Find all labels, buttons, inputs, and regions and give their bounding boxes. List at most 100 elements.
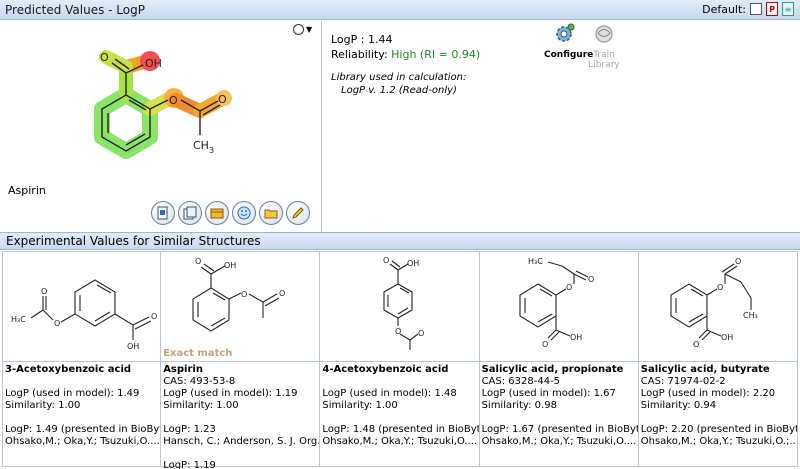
document-icon[interactable]: ≡: [782, 2, 794, 16]
compound-name: Salicylic acid, butyrate: [640, 364, 770, 375]
reference-authors: Ohsako,M.; Oka,Y.; Tsuzuki,O....: [5, 436, 160, 447]
reliability-label: Reliability:: [331, 48, 388, 61]
atom-label: O: [717, 283, 723, 292]
pencil-button[interactable]: [286, 201, 310, 225]
ring-db-3: [690, 288, 704, 297]
pdf-icon[interactable]: P: [766, 2, 778, 16]
train-library-button[interactable]: Train Library: [584, 23, 624, 70]
pencil-icon: [292, 207, 304, 219]
default-checkbox[interactable]: [750, 3, 762, 15]
reference-authors: Ohsako,M.; Oka,Y.; Tsuzuki,O....: [481, 436, 637, 447]
cas-number: [322, 376, 476, 388]
ring-db-2: [688, 313, 704, 323]
aspirin-structure: OH O O O CH3: [94, 50, 232, 159]
atom-label: O: [383, 256, 389, 265]
reference-value: LogP: 1.48 (presented in BioByt..: [322, 424, 479, 435]
smiley-button[interactable]: [232, 201, 256, 225]
cas-number: CAS: 71974-02-2: [640, 376, 726, 387]
open-folder-button[interactable]: [259, 201, 283, 225]
reference-value-2: LogP: 1.19: [163, 460, 216, 469]
similar-structure-card[interactable]: OH O O O Exact match Aspirin CAS: 493-53…: [161, 251, 321, 469]
bond: [60, 313, 76, 323]
compound-name: Salicylic acid, propionate: [481, 364, 624, 375]
smiley-icon: [237, 206, 251, 220]
prediction-panel: LogP : 1.44 Reliability: High (RI = 0.94…: [323, 21, 800, 232]
similarity: Similarity: 1.00: [5, 400, 81, 411]
atom-label: O: [566, 283, 572, 292]
ring-db-3: [96, 284, 112, 294]
configure-gear-icon: [556, 23, 575, 42]
oh-label: OH: [145, 57, 162, 70]
logp-model: LogP (used in model): 1.48: [322, 388, 457, 399]
logp-model: LogP (used in model): 2.20: [640, 388, 776, 399]
similar-structure-info: 3-Acetoxybenzoic acid LogP (used in mode…: [3, 361, 161, 450]
atom-label: H₃C: [11, 315, 26, 324]
bond: [740, 281, 752, 299]
ester-o-label: O: [169, 94, 178, 107]
logp-model: LogP (used in model): 1.19: [163, 388, 298, 399]
similar-structure-info: 4-Acetoxybenzoic acid LogP (used in mode…: [320, 361, 479, 450]
bond: [555, 288, 566, 296]
logp-label: LogP :: [331, 33, 365, 46]
compound-name: Aspirin: [163, 364, 203, 375]
library-name: LogP v. 1.2 (Read-only): [341, 85, 457, 96]
ring-db-3: [539, 288, 552, 297]
train-label-1: Train: [593, 50, 615, 60]
similar-structure-card[interactable]: OH O O O H₃C 3-Acetoxybenzoic acid LogP …: [2, 251, 162, 467]
reference-value: LogP: 2.20 (presented in BioByt..: [640, 424, 797, 435]
atom-label: O: [241, 290, 247, 299]
atom-label: O: [54, 319, 60, 328]
bond: [114, 313, 134, 326]
atom-label: OH: [407, 259, 419, 268]
bond: [706, 288, 718, 296]
bond: [228, 292, 242, 300]
atom-label: OH: [127, 342, 139, 351]
library-button[interactable]: [205, 201, 229, 225]
similar-structures-header: Experimental Values for Similar Structur…: [0, 232, 800, 250]
display-mode-selector[interactable]: ▼: [293, 24, 312, 35]
similar-structure-card[interactable]: O O CH₃ OH O Salicylic acid, butyrate CA…: [638, 251, 798, 467]
ring-db-2: [210, 317, 226, 327]
structure-drawing: OH O O O: [383, 256, 425, 350]
similar-structure-info: Salicylic acid, butyrate CAS: 71974-02-2…: [638, 361, 797, 450]
radio-icon: [293, 24, 304, 35]
methyl-label: CH3: [193, 139, 214, 155]
structure-drawing: H₃C O O OH O: [519, 257, 594, 349]
structure-drawing: OH O O O H₃C: [11, 279, 157, 351]
configure-button[interactable]: Configure: [544, 23, 593, 60]
reliability-line: Reliability: High (RI = 0.94): [331, 47, 480, 62]
atom-label: O: [588, 275, 594, 284]
reference-value: LogP: 1.67 (presented in BioByt..: [481, 424, 638, 435]
atom-label: O: [542, 340, 548, 349]
structure-copy-button[interactable]: [151, 201, 175, 225]
exact-match-label: Exact match: [163, 348, 233, 359]
ring-highlight: [94, 87, 158, 159]
reference-authors: Ohsako,M.; Oka,Y.; Tsuzuki,O....: [322, 436, 478, 447]
bond: [42, 309, 54, 321]
atom-label: O: [151, 312, 157, 321]
open-folder-icon: [264, 209, 278, 219]
bond: [724, 265, 738, 275]
atom-label: OH: [721, 333, 733, 342]
logp-model: LogP (used in model): 1.67: [481, 388, 616, 399]
train-library-icon: [595, 25, 613, 43]
bond: [724, 273, 741, 283]
train-label-2: Library: [588, 60, 620, 70]
bond: [30, 309, 44, 319]
window-title-bar: Predicted Values - LogP Default: P ≡: [0, 0, 800, 20]
similar-structures-grid: OH O O O H₃C 3-Acetoxybenzoic acid LogP …: [2, 251, 798, 469]
atom-label: O: [195, 257, 201, 266]
similar-structure-card[interactable]: OH O O O 4-Acetoxybenzoic acid LogP (use…: [320, 251, 480, 467]
similarity: Similarity: 0.94: [640, 400, 717, 411]
methyl-ch: CH: [193, 139, 209, 152]
reference-value: LogP: 1.49 (presented in BioByt..: [5, 424, 161, 435]
structure-paste-button[interactable]: [178, 201, 202, 225]
bond: [547, 261, 562, 267]
default-label: Default:: [702, 2, 746, 16]
logp-value: 1.44: [367, 33, 393, 46]
atom-label: O: [735, 257, 741, 266]
similar-structure-card[interactable]: H₃C O O OH O Salicylic acid, propionate …: [479, 251, 639, 467]
